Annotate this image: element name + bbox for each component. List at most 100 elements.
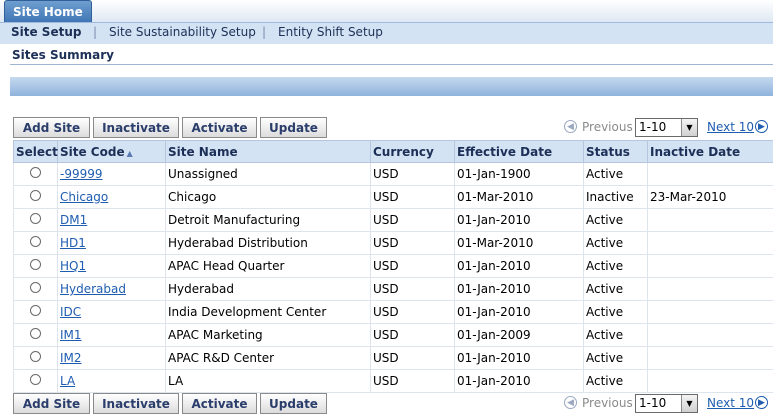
tab-site-home[interactable]: Site Home bbox=[4, 0, 92, 23]
site-name: Hyderabad bbox=[165, 277, 371, 301]
effective-date: 01-Jan-2009 bbox=[454, 323, 584, 347]
activate-button[interactable]: Activate bbox=[182, 393, 257, 414]
next-icon[interactable]: ▶ bbox=[755, 120, 768, 133]
inactivate-button[interactable]: Inactivate bbox=[93, 393, 179, 414]
effective-date: 01-Jan-2010 bbox=[454, 346, 584, 370]
site-code-link[interactable]: IM2 bbox=[60, 351, 82, 365]
next-link[interactable]: Next 10 bbox=[707, 396, 754, 410]
currency: USD bbox=[370, 254, 455, 278]
row-select-radio[interactable] bbox=[30, 328, 41, 339]
header-effective-date: Effective Date bbox=[454, 140, 584, 163]
page-range-select[interactable]: 1-10 ▼ bbox=[635, 118, 698, 137]
row-select-radio[interactable] bbox=[30, 190, 41, 201]
status: Active bbox=[583, 277, 648, 301]
status: Active bbox=[583, 208, 648, 232]
row-select-radio[interactable] bbox=[30, 305, 41, 316]
site-code-link[interactable]: Chicago bbox=[60, 190, 108, 204]
inactive-date bbox=[647, 369, 773, 393]
table-row: Hyderabad Hyderabad USD 01-Jan-2010 Acti… bbox=[13, 277, 773, 301]
site-name: India Development Center bbox=[165, 300, 371, 324]
table-row: DM1 Detroit Manufacturing USD 01-Jan-201… bbox=[13, 208, 773, 232]
status: Active bbox=[583, 300, 648, 324]
inactive-date bbox=[647, 208, 773, 232]
sort-ascending-icon: ▲ bbox=[126, 148, 133, 158]
inactive-date bbox=[647, 162, 773, 186]
inactive-date bbox=[647, 323, 773, 347]
next-icon[interactable]: ▶ bbox=[755, 396, 768, 409]
currency: USD bbox=[370, 323, 455, 347]
activate-button[interactable]: Activate bbox=[182, 117, 257, 138]
row-select-cell bbox=[13, 323, 58, 347]
table-row: Chicago Chicago USD 01-Mar-2010 Inactive… bbox=[13, 185, 773, 209]
currency: USD bbox=[370, 208, 455, 232]
row-select-radio[interactable] bbox=[30, 374, 41, 385]
subnav-site-sustainability-setup[interactable]: Site Sustainability Setup bbox=[109, 25, 256, 39]
site-code-link[interactable]: HD1 bbox=[60, 236, 86, 250]
subnav-separator: | bbox=[93, 25, 98, 39]
previous-link: Previous bbox=[582, 120, 633, 134]
header-currency: Currency bbox=[370, 140, 455, 163]
inactive-date bbox=[647, 254, 773, 278]
table-row: HD1 Hyderabad Distribution USD 01-Mar-20… bbox=[13, 231, 773, 255]
row-select-cell bbox=[13, 254, 58, 278]
site-code-link[interactable]: HQ1 bbox=[60, 259, 86, 273]
update-button[interactable]: Update bbox=[260, 117, 327, 138]
table-row: IM2 APAC R&D Center USD 01-Jan-2010 Acti… bbox=[13, 346, 773, 370]
currency: USD bbox=[370, 185, 455, 209]
effective-date: 01-Jan-2010 bbox=[454, 254, 584, 278]
row-select-cell bbox=[13, 208, 58, 232]
table-row: LA LA USD 01-Jan-2010 Active bbox=[13, 369, 773, 393]
site-code-link[interactable]: IDC bbox=[60, 305, 81, 319]
inactivate-button[interactable]: Inactivate bbox=[93, 117, 179, 138]
inactive-date bbox=[647, 346, 773, 370]
effective-date: 01-Mar-2010 bbox=[454, 185, 584, 209]
status: Active bbox=[583, 346, 648, 370]
row-select-cell bbox=[13, 162, 58, 186]
inactive-date: 23-Mar-2010 bbox=[647, 185, 773, 209]
page-range-select[interactable]: 1-10 ▼ bbox=[635, 394, 698, 413]
row-select-radio[interactable] bbox=[30, 259, 41, 270]
row-select-cell bbox=[13, 277, 58, 301]
row-select-radio[interactable] bbox=[30, 167, 41, 178]
row-select-cell bbox=[13, 231, 58, 255]
add-site-button[interactable]: Add Site bbox=[13, 117, 90, 138]
previous-icon: ◀ bbox=[564, 120, 577, 133]
site-code-link[interactable]: DM1 bbox=[60, 213, 87, 227]
subnav-separator: | bbox=[262, 25, 267, 39]
inactive-date bbox=[647, 277, 773, 301]
add-site-button[interactable]: Add Site bbox=[13, 393, 90, 414]
status: Active bbox=[583, 231, 648, 255]
row-select-cell bbox=[13, 369, 58, 393]
site-code-link[interactable]: LA bbox=[60, 374, 75, 388]
row-select-radio[interactable] bbox=[30, 213, 41, 224]
chevron-down-icon[interactable]: ▼ bbox=[681, 395, 697, 412]
currency: USD bbox=[370, 231, 455, 255]
row-select-radio[interactable] bbox=[30, 351, 41, 362]
header-status: Status bbox=[583, 140, 648, 163]
table-row: IDC India Development Center USD 01-Jan-… bbox=[13, 300, 773, 324]
site-name: APAC Head Quarter bbox=[165, 254, 371, 278]
table-row: HQ1 APAC Head Quarter USD 01-Jan-2010 Ac… bbox=[13, 254, 773, 278]
header-bar bbox=[10, 77, 773, 96]
status: Active bbox=[583, 254, 648, 278]
effective-date: 01-Jan-1900 bbox=[454, 162, 584, 186]
effective-date: 01-Jan-2010 bbox=[454, 300, 584, 324]
site-code-link[interactable]: IM1 bbox=[60, 328, 82, 342]
row-select-radio[interactable] bbox=[30, 282, 41, 293]
bottom-toolbar: Add Site Inactivate Activate Update ◀ Pr… bbox=[13, 392, 773, 416]
subnav-site-setup[interactable]: Site Setup bbox=[11, 25, 81, 39]
row-select-cell bbox=[13, 346, 58, 370]
site-code-link[interactable]: -99999 bbox=[60, 167, 103, 181]
site-name: Hyderabad Distribution bbox=[165, 231, 371, 255]
header-site-code-label: Site Code bbox=[60, 144, 125, 159]
site-code-link[interactable]: Hyderabad bbox=[60, 282, 126, 296]
next-link[interactable]: Next 10 bbox=[707, 120, 754, 134]
header-site-code[interactable]: Site Code ▲ bbox=[57, 140, 166, 163]
update-button[interactable]: Update bbox=[260, 393, 327, 414]
chevron-down-icon[interactable]: ▼ bbox=[681, 119, 697, 136]
inactive-date bbox=[647, 231, 773, 255]
row-select-radio[interactable] bbox=[30, 236, 41, 247]
page-range-value: 1-10 bbox=[639, 396, 667, 410]
site-name: Detroit Manufacturing bbox=[165, 208, 371, 232]
subnav-entity-shift-setup[interactable]: Entity Shift Setup bbox=[278, 25, 383, 39]
